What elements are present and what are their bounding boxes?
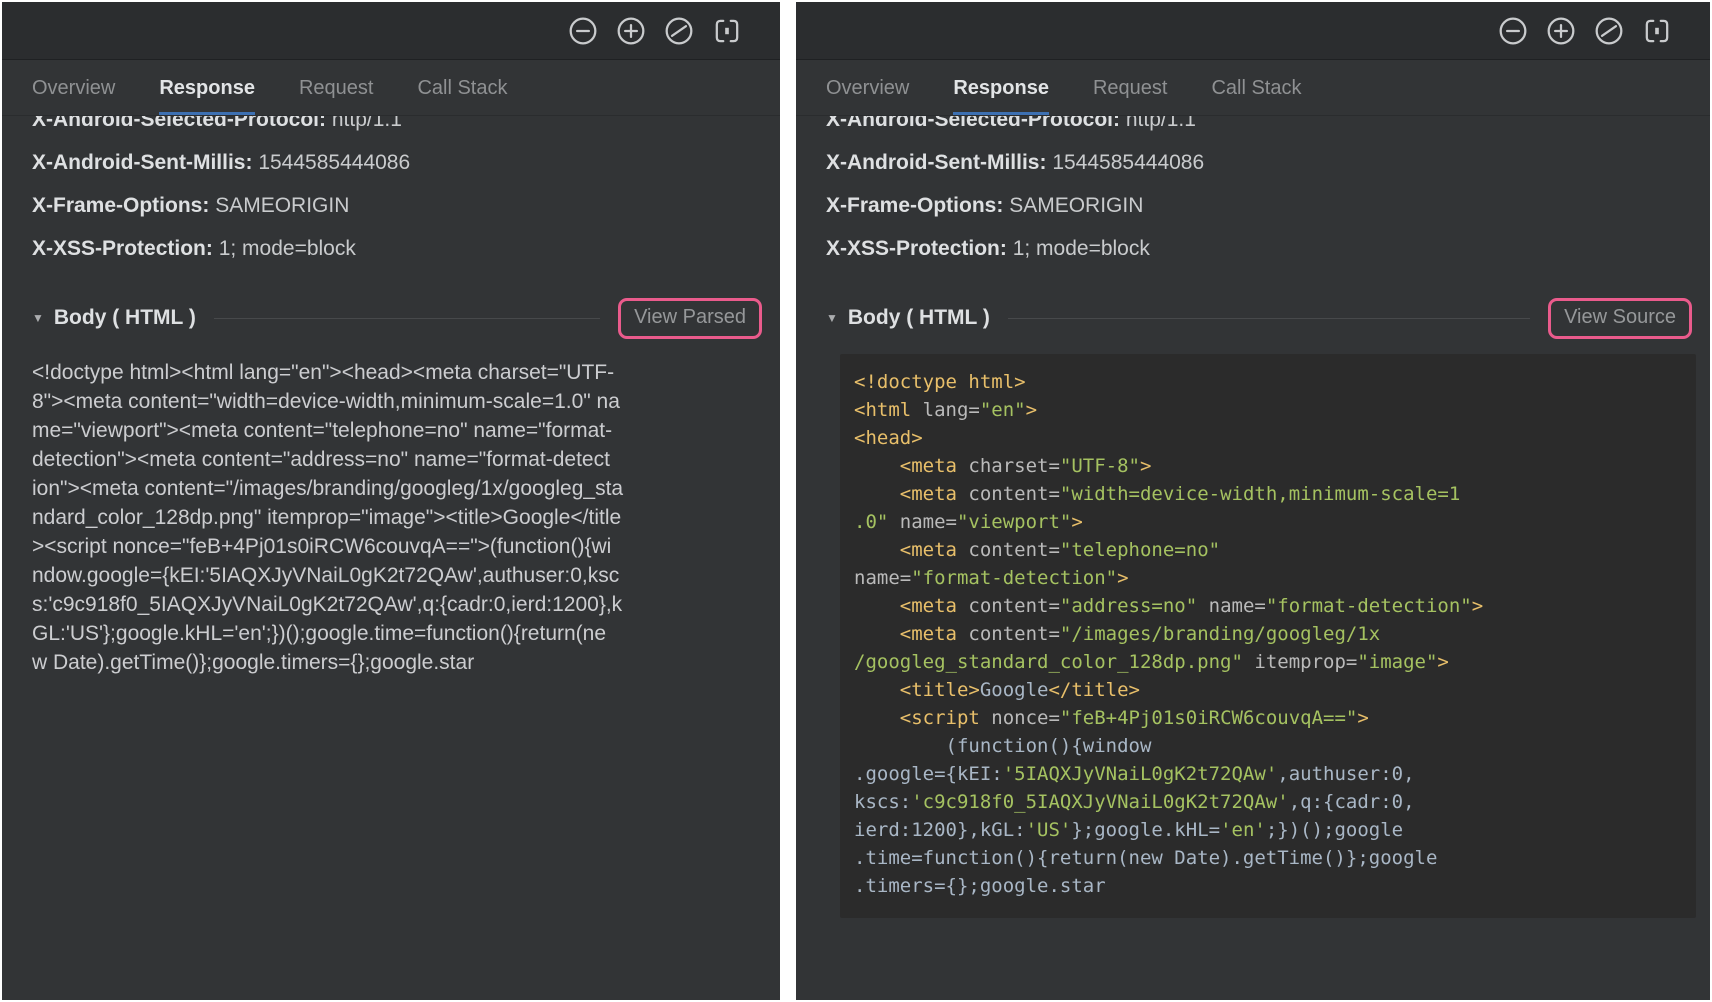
- tab-request[interactable]: Request: [1093, 60, 1168, 115]
- parsed-body-line: ion"><meta content="/images/branding/goo…: [32, 474, 758, 503]
- parsed-body-line: detection"><meta content="address=no" na…: [32, 445, 758, 474]
- header-key: X-Android-Sent-Millis:: [826, 151, 1052, 174]
- body-parsed-text: <!doctype html><html lang="en"><head><me…: [32, 358, 766, 677]
- response-header-row: X-XSS-Protection: 1; mode=block: [32, 227, 766, 270]
- headers-list: X-Android-Selected-Protocol: http/1.1X-A…: [826, 116, 1696, 270]
- header-value: SAMEORIGIN: [1009, 194, 1143, 217]
- header-key: X-Android-Selected-Protocol:: [826, 116, 1126, 131]
- response-header-row: X-Android-Selected-Protocol: http/1.1: [826, 116, 1696, 141]
- body-source-code: <!doctype html><html lang="en"><head> <m…: [840, 354, 1696, 918]
- source-code-line: .0" name="viewport">: [854, 508, 1682, 536]
- header-key: X-XSS-Protection:: [32, 237, 219, 260]
- tab-call-stack[interactable]: Call Stack: [1211, 60, 1301, 115]
- response-header-row: X-Frame-Options: SAMEORIGIN: [32, 184, 766, 227]
- source-code-line: <script nonce="feB+4Pj01s0iRCW6couvqA=="…: [854, 704, 1682, 732]
- source-code-line: <title>Google</title>: [854, 676, 1682, 704]
- source-code-line: <meta charset="UTF-8">: [854, 452, 1682, 480]
- header-value: 1; mode=block: [1013, 237, 1150, 260]
- collapse-caret-icon[interactable]: ▼: [826, 311, 838, 325]
- parsed-body-line: s:'c9c918f0_5IAQXJyVNaiL0gK2t72QAw',q:{c…: [32, 590, 758, 619]
- parsed-body-line: ><script nonce="feB+4Pj01s0iRCW6couvqA==…: [32, 532, 758, 561]
- response-header-row: X-Android-Sent-Millis: 1544585444086: [32, 141, 766, 184]
- header-key: X-Frame-Options:: [826, 194, 1009, 217]
- header-value: http/1.1: [1126, 116, 1196, 131]
- view-parsed-toggle[interactable]: View Parsed: [634, 306, 746, 328]
- response-header-row: X-Android-Sent-Millis: 1544585444086: [826, 141, 1696, 184]
- header-value: 1544585444086: [258, 151, 410, 174]
- parsed-body-line: ndard_color_128dp.png" itemprop="image">…: [32, 503, 758, 532]
- response-tab-content: X-Android-Selected-Protocol: http/1.1X-A…: [2, 116, 780, 1000]
- tab-bar: Overview Response Request Call Stack: [2, 60, 780, 116]
- header-key: X-Android-Selected-Protocol:: [32, 116, 332, 131]
- header-value: 1544585444086: [1052, 151, 1204, 174]
- tab-response[interactable]: Response: [159, 60, 255, 115]
- header-key: X-XSS-Protection:: [826, 237, 1013, 260]
- header-value: http/1.1: [332, 116, 402, 131]
- source-code-line: <meta content="telephone=no": [854, 536, 1682, 564]
- tab-bar: Overview Response Request Call Stack: [796, 60, 1710, 116]
- zoom-to-selection-button[interactable]: [712, 16, 742, 46]
- response-header-row: X-Frame-Options: SAMEORIGIN: [826, 184, 1696, 227]
- header-key: X-Frame-Options:: [32, 194, 215, 217]
- tab-call-stack[interactable]: Call Stack: [417, 60, 507, 115]
- source-code-line: <!doctype html>: [854, 368, 1682, 396]
- source-code-line: (function(){window: [854, 732, 1682, 760]
- source-code-line: .time=function(){return(new Date).getTim…: [854, 844, 1682, 872]
- source-code-line: <meta content="/images/branding/googleg/…: [854, 620, 1682, 648]
- reset-zoom-button[interactable]: [1594, 16, 1624, 46]
- annotation-highlight-box: View Parsed: [618, 298, 762, 339]
- source-code-line: <meta content="width=device-width,minimu…: [854, 480, 1682, 508]
- network-inspector-panel-right: Overview Response Request Call Stack X-Andr…: [796, 2, 1710, 1000]
- tab-response[interactable]: Response: [953, 60, 1049, 115]
- source-code-line: <head>: [854, 424, 1682, 452]
- response-tab-content: X-Android-Selected-Protocol: http/1.1X-A…: [796, 116, 1710, 1000]
- collapse-caret-icon[interactable]: ▼: [32, 311, 44, 325]
- split-screenshot-comparison: Overview Response Request Call Stack X-Andr…: [0, 0, 1712, 1002]
- body-section-row: ▼ Body ( HTML ) View Source: [826, 292, 1696, 344]
- parsed-body-line: me="viewport"><meta content="telephone=n…: [32, 416, 758, 445]
- header-key: X-Android-Sent-Millis:: [32, 151, 258, 174]
- zoom-in-button[interactable]: [616, 16, 646, 46]
- zoom-out-button[interactable]: [1498, 16, 1528, 46]
- body-section-label: Body ( HTML ): [848, 306, 990, 330]
- zoom-to-selection-button[interactable]: [1642, 16, 1672, 46]
- reset-zoom-button[interactable]: [664, 16, 694, 46]
- tab-request[interactable]: Request: [299, 60, 374, 115]
- parsed-body-line: 8"><meta content="width=device-width,min…: [32, 387, 758, 416]
- header-value: SAMEORIGIN: [215, 194, 349, 217]
- profiler-toolbar: [796, 2, 1710, 60]
- source-code-line: ierd:1200},kGL:'US'};google.kHL='en';})(…: [854, 816, 1682, 844]
- headers-list: X-Android-Selected-Protocol: http/1.1X-A…: [32, 116, 766, 270]
- tab-overview[interactable]: Overview: [32, 60, 115, 115]
- parsed-body-line: w Date).getTime()};google.timers={};goog…: [32, 648, 758, 677]
- tab-overview[interactable]: Overview: [826, 60, 909, 115]
- body-section-label: Body ( HTML ): [54, 306, 196, 330]
- source-code-line: <html lang="en">: [854, 396, 1682, 424]
- header-value: 1; mode=block: [219, 237, 356, 260]
- source-code-line: <meta content="address=no" name="format-…: [854, 592, 1682, 620]
- profiler-toolbar: [2, 2, 780, 60]
- response-header-row: X-XSS-Protection: 1; mode=block: [826, 227, 1696, 270]
- section-divider-line: [1008, 318, 1530, 319]
- parsed-body-line: GL:'US'};google.kHL='en';})();google.tim…: [32, 619, 758, 648]
- view-source-toggle[interactable]: View Source: [1564, 306, 1676, 328]
- zoom-out-button[interactable]: [568, 16, 598, 46]
- source-code-line: kscs:'c9c918f0_5IAQXJyVNaiL0gK2t72QAw',q…: [854, 788, 1682, 816]
- zoom-in-button[interactable]: [1546, 16, 1576, 46]
- source-code-line: .timers={};google.star: [854, 872, 1682, 900]
- parsed-body-line: <!doctype html><html lang="en"><head><me…: [32, 358, 758, 387]
- source-code-line: /googleg_standard_color_128dp.png" itemp…: [854, 648, 1682, 676]
- parsed-body-line: ndow.google={kEI:'5IAQXJyVNaiL0gK2t72QAw…: [32, 561, 758, 590]
- body-section-row: ▼ Body ( HTML ) View Parsed: [32, 292, 766, 344]
- response-header-row: X-Android-Selected-Protocol: http/1.1: [32, 116, 766, 141]
- source-code-line: .google={kEI:'5IAQXJyVNaiL0gK2t72QAw',au…: [854, 760, 1682, 788]
- source-code-line: name="format-detection">: [854, 564, 1682, 592]
- section-divider-line: [214, 318, 600, 319]
- network-inspector-panel-left: Overview Response Request Call Stack X-Andr…: [2, 2, 780, 1000]
- annotation-highlight-box: View Source: [1548, 298, 1692, 339]
